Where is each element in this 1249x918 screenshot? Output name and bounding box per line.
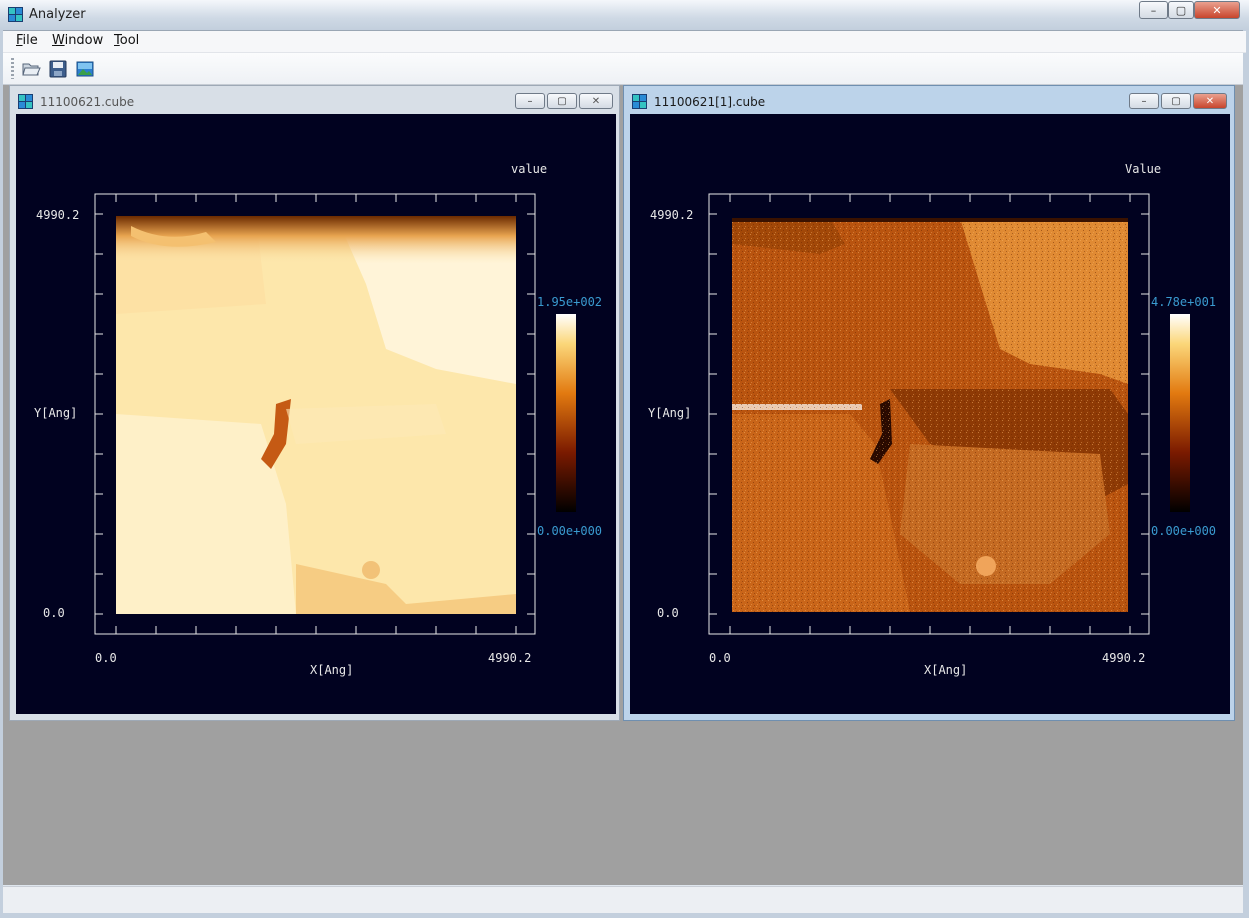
menu-tool[interactable]: Tool	[114, 33, 139, 48]
toolbar-grip[interactable]	[11, 58, 14, 79]
menu-window[interactable]: Window	[52, 33, 103, 48]
image-view-icon	[76, 61, 94, 77]
maximize-icon: ▢	[1175, 3, 1187, 17]
x-axis-label: X[Ang]	[310, 663, 354, 677]
y-max-label: 4990.2	[650, 208, 694, 222]
child-window-title: 11100621.cube	[40, 95, 135, 109]
x-axis-label: X[Ang]	[924, 663, 968, 677]
minimize-icon: –	[1141, 95, 1147, 107]
maximize-button[interactable]: ▢	[1168, 1, 1194, 19]
derivative-image	[732, 218, 1128, 612]
child-maximize-button[interactable]: ▢	[547, 93, 577, 109]
y-min-label: 0.0	[657, 606, 679, 620]
scale-max-label: 4.78e+001	[1151, 295, 1217, 309]
plot-area[interactable]: value 4990.2 Y[Ang] 0.0 0.0 4990.2 X[Ang…	[16, 114, 616, 714]
app-title: Analyzer	[29, 7, 86, 22]
child-close-button[interactable]: ✕	[1193, 93, 1227, 109]
child-window-title: 11100621[1].cube	[654, 95, 766, 109]
minimize-button[interactable]: –	[1139, 1, 1168, 19]
value-label: value	[511, 162, 548, 176]
colorbar	[1170, 314, 1190, 512]
close-icon: ✕	[591, 95, 601, 107]
child-minimize-button[interactable]: –	[515, 93, 545, 109]
child-window-controls: – ▢ ✕	[1129, 93, 1227, 109]
value-label: Value	[1125, 162, 1162, 176]
child-maximize-button[interactable]: ▢	[1161, 93, 1191, 109]
child-close-button[interactable]: ✕	[579, 93, 613, 109]
cube-file-icon	[632, 94, 647, 109]
maximize-icon: ▢	[1171, 95, 1181, 107]
image-button[interactable]	[74, 58, 96, 80]
status-bar	[3, 886, 1243, 913]
toolbar	[3, 53, 1243, 85]
topography-image	[116, 216, 516, 614]
app-logo-icon	[8, 7, 23, 22]
y-min-label: 0.0	[43, 606, 65, 620]
window-controls: – ▢ ✕	[1139, 1, 1240, 19]
x-min-label: 0.0	[709, 651, 731, 665]
colorbar	[556, 314, 576, 512]
x-max-label: 4990.2	[488, 651, 532, 665]
minimize-icon: –	[1150, 3, 1157, 17]
window-border-right	[1243, 30, 1249, 918]
minimize-icon: –	[527, 95, 533, 107]
child-window-2[interactable]: 11100621[1].cube – ▢ ✕ Value 4990.2 Y[An…	[623, 85, 1235, 721]
child-minimize-button[interactable]: –	[1129, 93, 1159, 109]
child-window-1[interactable]: 11100621.cube – ▢ ✕ value 4990.2 Y[Ang] …	[9, 85, 620, 721]
close-icon: ✕	[1212, 3, 1222, 17]
close-button[interactable]: ✕	[1194, 1, 1240, 19]
close-icon: ✕	[1205, 95, 1215, 107]
save-disk-icon	[49, 60, 67, 78]
x-max-label: 4990.2	[1102, 651, 1146, 665]
scale-max-label: 1.95e+002	[537, 295, 603, 309]
app-titlebar	[0, 0, 1249, 31]
y-max-label: 4990.2	[36, 208, 80, 222]
cube-file-icon	[18, 94, 33, 109]
x-min-label: 0.0	[95, 651, 117, 665]
scale-min-label: 0.00e+000	[537, 524, 603, 538]
open-folder-icon	[22, 63, 41, 76]
scale-min-label: 0.00e+000	[1151, 524, 1217, 538]
plot-canvas	[708, 193, 1190, 635]
child-window-controls: – ▢ ✕	[515, 93, 613, 109]
menu-file[interactable]: File	[16, 33, 38, 48]
save-button[interactable]	[47, 58, 69, 80]
menu-bar: File Window Tool	[3, 31, 1246, 53]
y-axis-label: Y[Ang]	[648, 406, 692, 420]
plot-area[interactable]: Value 4990.2 Y[Ang] 0.0 0.0 4990.2 X[Ang…	[630, 114, 1230, 714]
y-axis-label: Y[Ang]	[34, 406, 78, 420]
plot-canvas	[94, 193, 576, 635]
maximize-icon: ▢	[557, 95, 567, 107]
open-button[interactable]	[20, 58, 42, 80]
